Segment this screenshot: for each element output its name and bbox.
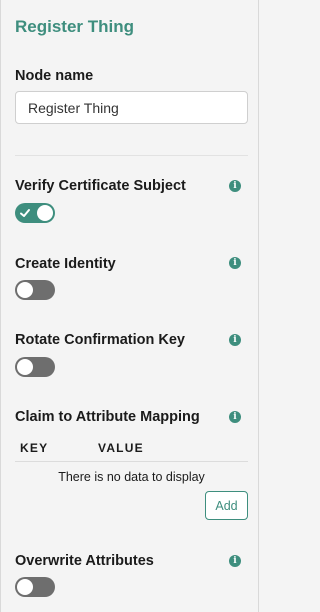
node-name-input[interactable] [15,91,248,124]
empty-table-message: There is no data to display [58,470,205,484]
create-identity-label: Create Identity [15,256,116,272]
rotate-confirmation-key-toggle[interactable] [15,357,55,377]
info-icon[interactable]: i [229,555,241,567]
info-icon[interactable]: i [229,257,241,269]
toggle-knob [37,205,53,221]
verify-certificate-subject-label: Verify Certificate Subject [15,178,186,194]
overwrite-attributes-toggle[interactable] [15,577,55,597]
section-divider [15,155,248,156]
verify-certificate-subject-toggle[interactable] [15,203,55,223]
properties-panel: Register Thing Node name Verify Certific… [0,0,259,612]
node-name-label: Node name [15,68,94,84]
toggle-knob [17,282,33,298]
toggle-knob [17,359,33,375]
info-icon[interactable]: i [229,180,241,192]
column-header-key: KEY [20,441,49,455]
overwrite-attributes-label: Overwrite Attributes [15,553,154,569]
create-identity-toggle[interactable] [15,280,55,300]
column-header-value: VALUE [98,441,144,455]
check-icon [20,209,30,217]
info-icon[interactable]: i [229,411,241,423]
claim-mapping-label: Claim to Attribute Mapping [15,409,200,425]
add-mapping-button[interactable]: Add [205,491,248,520]
info-icon[interactable]: i [229,334,241,346]
panel-title: Register Thing [15,17,135,36]
claim-mapping-table-header: KEY VALUE [15,440,248,462]
toggle-knob [17,579,33,595]
rotate-confirmation-key-label: Rotate Confirmation Key [15,332,185,348]
